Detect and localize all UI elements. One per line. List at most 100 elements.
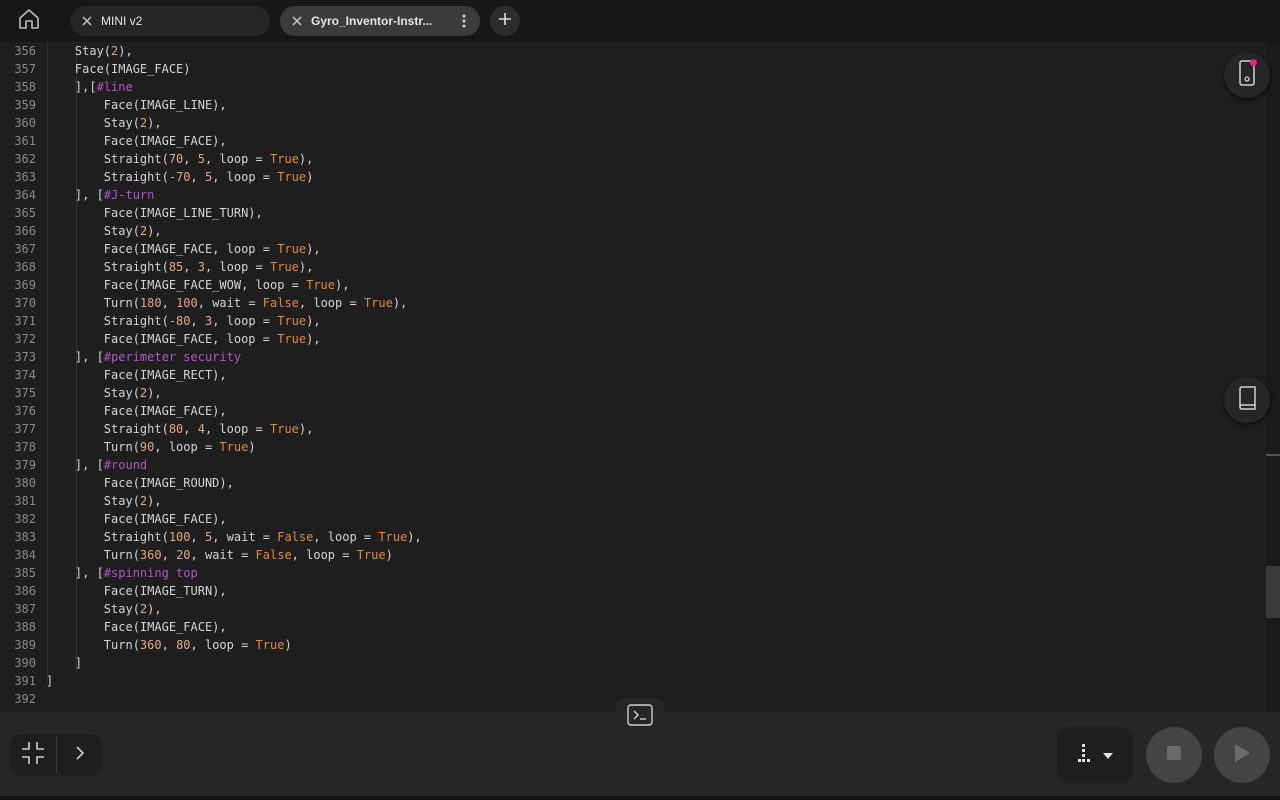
- code-comment: #spinning top: [103, 566, 198, 580]
- code-line[interactable]: 362 Straight(70, 5, loop = True),: [0, 150, 1266, 168]
- code-line[interactable]: 387 Stay(2),: [0, 600, 1266, 618]
- code-line[interactable]: 375 Stay(2),: [0, 384, 1266, 402]
- code-line[interactable]: 384 Turn(360, 20, wait = False, loop = T…: [0, 546, 1266, 564]
- expand-button[interactable]: [57, 734, 102, 776]
- code-text: Turn(90, loop = True): [103, 440, 256, 454]
- code-line[interactable]: 374 Face(IMAGE_RECT),: [0, 366, 1266, 384]
- code-text: Face(IMAGE_ROUND),: [103, 476, 234, 490]
- code-line[interactable]: 356 Stay(2),: [0, 42, 1266, 60]
- code-line[interactable]: 382 Face(IMAGE_FACE),: [0, 510, 1266, 528]
- code-number: 5: [204, 170, 213, 184]
- close-icon[interactable]: [80, 14, 94, 28]
- bottom-edge: [0, 796, 1280, 800]
- code-line[interactable]: 378 Turn(90, loop = True): [0, 438, 1266, 456]
- code-text: Stay(2),: [103, 494, 162, 508]
- code-text: Face(IMAGE_FACE),: [103, 404, 227, 418]
- line-number: 376: [14, 404, 36, 418]
- terminal-icon: [627, 703, 653, 731]
- code-editor[interactable]: 356 Stay(2), 357 Face(IMAGE_FACE) 358 ],[#…: [0, 42, 1266, 712]
- code-line[interactable]: 376 Face(IMAGE_FACE),: [0, 402, 1266, 420]
- code-line[interactable]: 367 Face(IMAGE_FACE, loop = True),: [0, 240, 1266, 258]
- line-number: 366: [14, 224, 36, 238]
- line-number: 385: [14, 566, 36, 580]
- tab-label: MINI v2: [101, 14, 143, 28]
- code-line[interactable]: 389 Turn(360, 80, loop = True): [0, 636, 1266, 654]
- terminal-toggle-button[interactable]: [616, 698, 664, 736]
- code-number: 90: [139, 440, 155, 454]
- code-line[interactable]: 370 Turn(180, 100, wait = False, loop = …: [0, 294, 1266, 312]
- code-line[interactable]: 365 Face(IMAGE_LINE_TURN),: [0, 204, 1266, 222]
- code-number: 4: [197, 422, 205, 436]
- more-vertical-icon[interactable]: [456, 13, 472, 29]
- book-icon: [1237, 385, 1257, 415]
- code-line[interactable]: 360 Stay(2),: [0, 114, 1266, 132]
- code-line[interactable]: 357 Face(IMAGE_FACE): [0, 60, 1266, 78]
- chevron-right-icon: [75, 745, 85, 766]
- close-icon[interactable]: [290, 14, 304, 28]
- code-line[interactable]: 358 ],[#line: [0, 78, 1266, 96]
- code-line[interactable]: 377 Straight(80, 4, loop = True),: [0, 420, 1266, 438]
- code-line[interactable]: 379 ], [#round: [0, 456, 1266, 474]
- code-number: -70: [168, 170, 191, 184]
- code-line[interactable]: 371 Straight(-80, 3, loop = True),: [0, 312, 1266, 330]
- code-text: Stay(2),: [103, 224, 162, 238]
- code-number: 2: [139, 602, 148, 616]
- code-line[interactable]: 368 Straight(85, 3, loop = True),: [0, 258, 1266, 276]
- code-keyword: True: [277, 332, 307, 346]
- code-text: Face(IMAGE_LINE),: [103, 98, 227, 112]
- code-keyword: True: [306, 278, 335, 292]
- line-number: 363: [14, 170, 36, 184]
- code-number: 3: [197, 260, 205, 274]
- code-line[interactable]: 373 ], [#perimeter security: [0, 348, 1266, 366]
- code-line[interactable]: 383 Straight(100, 5, wait = False, loop …: [0, 528, 1266, 546]
- line-number: 365: [14, 206, 36, 220]
- shrink-button[interactable]: [10, 734, 56, 776]
- code-line[interactable]: 372 Face(IMAGE_FACE, loop = True),: [0, 330, 1266, 348]
- code-keyword: True: [270, 260, 299, 274]
- code-text: Straight(85, 3, loop = True),: [103, 260, 314, 274]
- code-text: ], [#spinning top: [74, 566, 198, 580]
- tab-gyro-inventor[interactable]: Gyro_Inventor-Instr...: [280, 6, 480, 36]
- add-tab-button[interactable]: [490, 6, 520, 36]
- device-button[interactable]: [1224, 52, 1270, 98]
- code-number: 80: [176, 638, 191, 652]
- code-keyword: True: [277, 170, 307, 184]
- code-line[interactable]: 359 Face(IMAGE_LINE),: [0, 96, 1266, 114]
- line-number: 380: [14, 476, 36, 490]
- code-line[interactable]: 369 Face(IMAGE_FACE_WOW, loop = True),: [0, 276, 1266, 294]
- code-line[interactable]: 388 Face(IMAGE_FACE),: [0, 618, 1266, 636]
- documentation-button[interactable]: [1224, 377, 1270, 423]
- code-line[interactable]: 380 Face(IMAGE_ROUND),: [0, 474, 1266, 492]
- line-number: 387: [14, 602, 36, 616]
- device-select-dropdown[interactable]: [1057, 727, 1133, 783]
- code-number: 3: [204, 314, 213, 328]
- code-number: 100: [176, 296, 198, 310]
- tab-mini-v2[interactable]: MINI v2: [70, 6, 270, 36]
- code-number: 360: [139, 638, 162, 652]
- code-line[interactable]: 361 Face(IMAGE_FACE),: [0, 132, 1266, 150]
- home-button[interactable]: [12, 4, 46, 38]
- code-line[interactable]: 390 ]: [0, 654, 1266, 672]
- code-text: Face(IMAGE_FACE, loop = True),: [103, 242, 321, 256]
- code-line[interactable]: 391]: [0, 672, 1266, 690]
- line-number: 386: [14, 584, 36, 598]
- stop-button[interactable]: [1146, 727, 1202, 783]
- code-line[interactable]: 364 ], [#J-turn: [0, 186, 1266, 204]
- line-number: 377: [14, 422, 36, 436]
- code-line[interactable]: 366 Stay(2),: [0, 222, 1266, 240]
- code-text: ],[#line: [74, 80, 133, 94]
- code-text: Straight(100, 5, wait = False, loop = Tr…: [103, 530, 422, 544]
- run-button[interactable]: [1214, 727, 1270, 783]
- code-text: Stay(2),: [103, 116, 162, 130]
- scrollbar-thumb[interactable]: [1266, 566, 1280, 618]
- code-number: 360: [139, 548, 162, 562]
- code-keyword: True: [363, 296, 393, 310]
- code-text: ], [#J-turn: [74, 188, 155, 202]
- code-number: 70: [168, 152, 184, 166]
- code-line[interactable]: 385 ], [#spinning top: [0, 564, 1266, 582]
- code-line[interactable]: 381 Stay(2),: [0, 492, 1266, 510]
- code-line[interactable]: 363 Straight(-70, 5, loop = True): [0, 168, 1266, 186]
- code-keyword: True: [255, 638, 285, 652]
- code-line[interactable]: 386 Face(IMAGE_TURN),: [0, 582, 1266, 600]
- code-keyword: True: [378, 530, 408, 544]
